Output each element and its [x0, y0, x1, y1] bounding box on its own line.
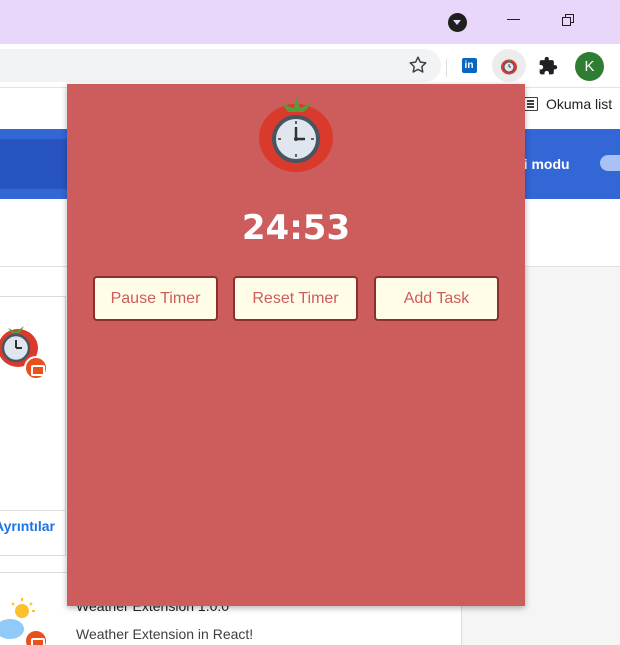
restore-button[interactable] — [562, 14, 574, 26]
window-title-bar — [0, 0, 620, 44]
timer-display: 24:53 — [241, 208, 351, 248]
reset-timer-button[interactable]: Reset Timer — [233, 276, 358, 321]
pause-timer-button[interactable]: Pause Timer — [93, 276, 218, 321]
minimize-button[interactable] — [507, 19, 520, 20]
toolbar-separator — [446, 59, 447, 77]
profile-avatar[interactable]: K — [575, 52, 604, 81]
puzzle-icon — [539, 56, 558, 74]
extension-description: Weather Extension in React! — [76, 626, 254, 642]
extension-badge-icon — [24, 356, 48, 380]
linkedin-icon: in — [461, 58, 477, 73]
tomato-clock-logo-icon — [259, 96, 333, 172]
browser-toolbar: in — [0, 44, 620, 88]
reading-list-icon — [524, 97, 538, 111]
bookmark-star-icon[interactable] — [407, 54, 429, 76]
address-bar[interactable] — [0, 49, 441, 82]
add-task-button[interactable]: Add Task — [374, 276, 499, 321]
reading-list-button[interactable]: Okuma list — [524, 96, 612, 112]
pomodoro-popup: 24:53 Pause Timer Reset Timer Add Task — [67, 84, 525, 606]
developer-mode-toggle[interactable] — [600, 155, 620, 171]
reading-list-label: Okuma list — [546, 96, 613, 112]
pomodoro-tomato-icon — [501, 59, 517, 74]
extensions-puzzle-button[interactable] — [531, 49, 565, 82]
pomodoro-extension-button[interactable] — [492, 49, 526, 82]
profile-menu-icon[interactable] — [448, 13, 467, 32]
linkedin-extension-button[interactable]: in — [452, 49, 486, 82]
details-link[interactable]: Ayrıntılar — [0, 518, 55, 534]
card-divider — [0, 510, 66, 511]
